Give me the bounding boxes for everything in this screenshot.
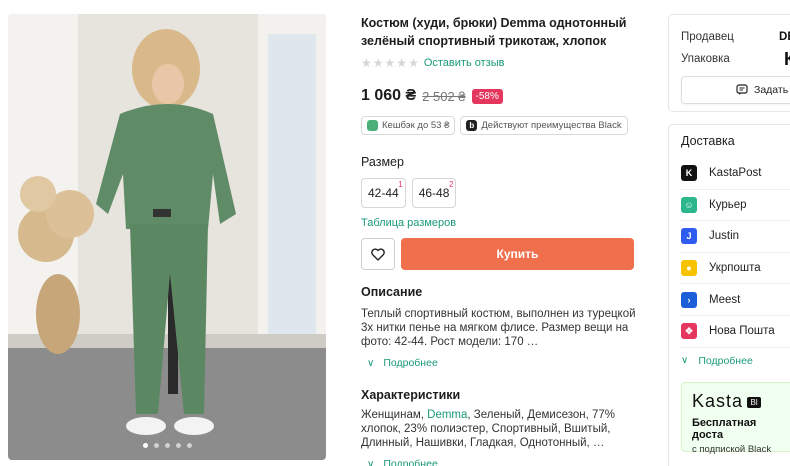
- size-options: 42-44 1 46-48 2: [361, 178, 639, 208]
- size-heading: Размер: [361, 155, 404, 169]
- rating-stars[interactable]: ★ ★ ★ ★ ★: [361, 57, 419, 69]
- more-label: Подробнее: [383, 357, 438, 369]
- chat-icon: [736, 84, 748, 95]
- characteristics-text: Женщинам, Demma, Зеленый, Демисезон, 77%…: [361, 408, 639, 450]
- leave-review-link[interactable]: Оставить отзыв: [424, 57, 505, 69]
- carousel-dots[interactable]: [8, 443, 326, 448]
- buy-button[interactable]: Купить: [401, 238, 634, 270]
- promo-title: Бесплатная доста: [692, 416, 757, 441]
- seller-label: Продавец: [681, 31, 734, 43]
- product-photo[interactable]: [8, 14, 326, 460]
- cashback-icon: [367, 120, 378, 131]
- size-label: 42-44: [368, 186, 399, 200]
- star-icon[interactable]: ★: [408, 57, 419, 69]
- size-stock-count: 1: [398, 180, 403, 189]
- delivery-option[interactable]: K KastaPost: [681, 158, 790, 190]
- delivery-box: Доставка K KastaPost ☺ Курьер J Justin ● Укрпош…: [668, 124, 790, 466]
- kasta-logo: Kasta: [692, 390, 744, 411]
- black-benefits-label: Действуют преимущества Black: [481, 120, 622, 131]
- delivery-option-label: Нова Пошта: [709, 325, 775, 338]
- packaging-logo: К: [784, 48, 790, 69]
- seller-value[interactable]: DE: [779, 31, 790, 43]
- chevron-down-icon: ∨: [367, 458, 375, 466]
- delivery-option-label: Курьер: [709, 198, 747, 211]
- star-icon[interactable]: ★: [361, 57, 372, 69]
- promo-subtitle: с подпиской Black: [692, 443, 772, 455]
- size-option-42-44[interactable]: 42-44 1: [361, 178, 406, 208]
- carousel-dot[interactable]: [175, 443, 181, 448]
- price-row: 1 060 ₴ 2 502 ₴ -58%: [361, 86, 639, 106]
- carousel-dot[interactable]: [164, 443, 170, 448]
- more-label: Подробнее: [383, 458, 438, 466]
- more-label: Подробнее: [698, 354, 753, 367]
- benefit-chips: Кешбэк до 53 ₴ b Действуют преимущества …: [361, 116, 639, 135]
- chevron-down-icon: ∨: [681, 355, 689, 367]
- delivery-option[interactable]: ● Укрпошта: [681, 253, 790, 285]
- heart-icon: [371, 247, 385, 261]
- delivery-option-label: Meest: [709, 293, 741, 306]
- delivery-option-label: KastaPost: [709, 167, 762, 180]
- ask-question-button[interactable]: Задать: [681, 76, 790, 104]
- meest-icon: ›: [681, 291, 697, 308]
- size-option-46-48[interactable]: 46-48 2: [411, 178, 457, 208]
- kastapost-icon: K: [681, 165, 697, 182]
- cashback-chip[interactable]: Кешбэк до 53 ₴: [361, 116, 456, 135]
- rating-row: ★ ★ ★ ★ ★ Оставить отзыв: [361, 56, 639, 70]
- delivery-more-link[interactable]: ∨ Подробнее: [681, 348, 790, 374]
- product-image: [8, 14, 326, 460]
- promo-logo-row: Kasta Bl: [692, 391, 784, 412]
- seller-row: Продавец DE: [681, 26, 790, 48]
- black-benefits-chip[interactable]: b Действуют преимущества Black: [460, 116, 628, 135]
- black-badge: Bl: [747, 396, 761, 408]
- justin-icon: J: [681, 228, 697, 245]
- carousel-dot[interactable]: [142, 443, 148, 448]
- cashback-label: Кешбэк до 53 ₴: [382, 120, 450, 131]
- favorite-button[interactable]: [361, 238, 395, 270]
- delivery-heading: Доставка: [681, 134, 735, 148]
- chevron-down-icon: ∨: [367, 357, 375, 369]
- size-table-link[interactable]: Таблица размеров: [361, 217, 639, 229]
- product-info: Костюм (худи, брюки) Demma однотонный зе…: [361, 14, 639, 466]
- delivery-option[interactable]: ✥ Нова Пошта: [681, 316, 790, 348]
- star-icon[interactable]: ★: [396, 57, 407, 69]
- characteristics-prefix: Женщинам,: [361, 409, 428, 421]
- ask-question-label: Задать: [754, 84, 789, 96]
- delivery-list: K KastaPost ☺ Курьер J Justin ● Укрпошта › Meest ✥…: [681, 158, 790, 348]
- buy-row: Купить: [361, 238, 639, 270]
- delivery-option[interactable]: › Meest: [681, 284, 790, 316]
- discount-badge: -58%: [471, 88, 503, 104]
- product-title: Костюм (худи, брюки) Demma однотонный зе…: [361, 16, 627, 48]
- characteristics-heading: Характеристики: [361, 388, 461, 402]
- description-text: Теплый спортивный костюм, выполнен из ту…: [361, 308, 636, 348]
- ukrposhta-icon: ●: [681, 260, 697, 277]
- delivery-option-label: Justin: [709, 230, 740, 243]
- courier-icon: ☺: [681, 196, 697, 213]
- delivery-option-label: Укрпошта: [709, 262, 761, 275]
- old-price: 2 502 ₴: [422, 88, 466, 104]
- description-heading: Описание: [361, 285, 423, 299]
- side-panel: Продавец DE Упаковка К Задать Доставка K…: [668, 14, 790, 466]
- star-icon[interactable]: ★: [385, 57, 396, 69]
- black-promo-banner[interactable]: Kasta Bl Бесплатная доста с подпиской Bl…: [681, 381, 790, 455]
- delivery-option[interactable]: ☺ Курьер: [681, 190, 790, 222]
- star-icon[interactable]: ★: [373, 57, 384, 69]
- brand-link[interactable]: Demma: [427, 409, 467, 421]
- characteristics-more-link[interactable]: ∨ Подробнее: [361, 458, 639, 466]
- description-more-link[interactable]: ∨ Подробнее: [361, 357, 639, 369]
- black-icon: b: [466, 120, 478, 131]
- packaging-label: Упаковка: [681, 53, 730, 65]
- delivery-option[interactable]: J Justin: [681, 221, 790, 253]
- current-price: 1 060 ₴: [361, 87, 417, 104]
- packaging-row: Упаковка К: [681, 48, 790, 70]
- carousel-dot[interactable]: [186, 443, 192, 448]
- novaposhta-icon: ✥: [681, 323, 697, 340]
- seller-box: Продавец DE Упаковка К Задать: [668, 14, 790, 112]
- size-stock-count: 2: [448, 180, 454, 189]
- carousel-dot[interactable]: [153, 443, 159, 448]
- size-label: 46-48: [418, 186, 450, 200]
